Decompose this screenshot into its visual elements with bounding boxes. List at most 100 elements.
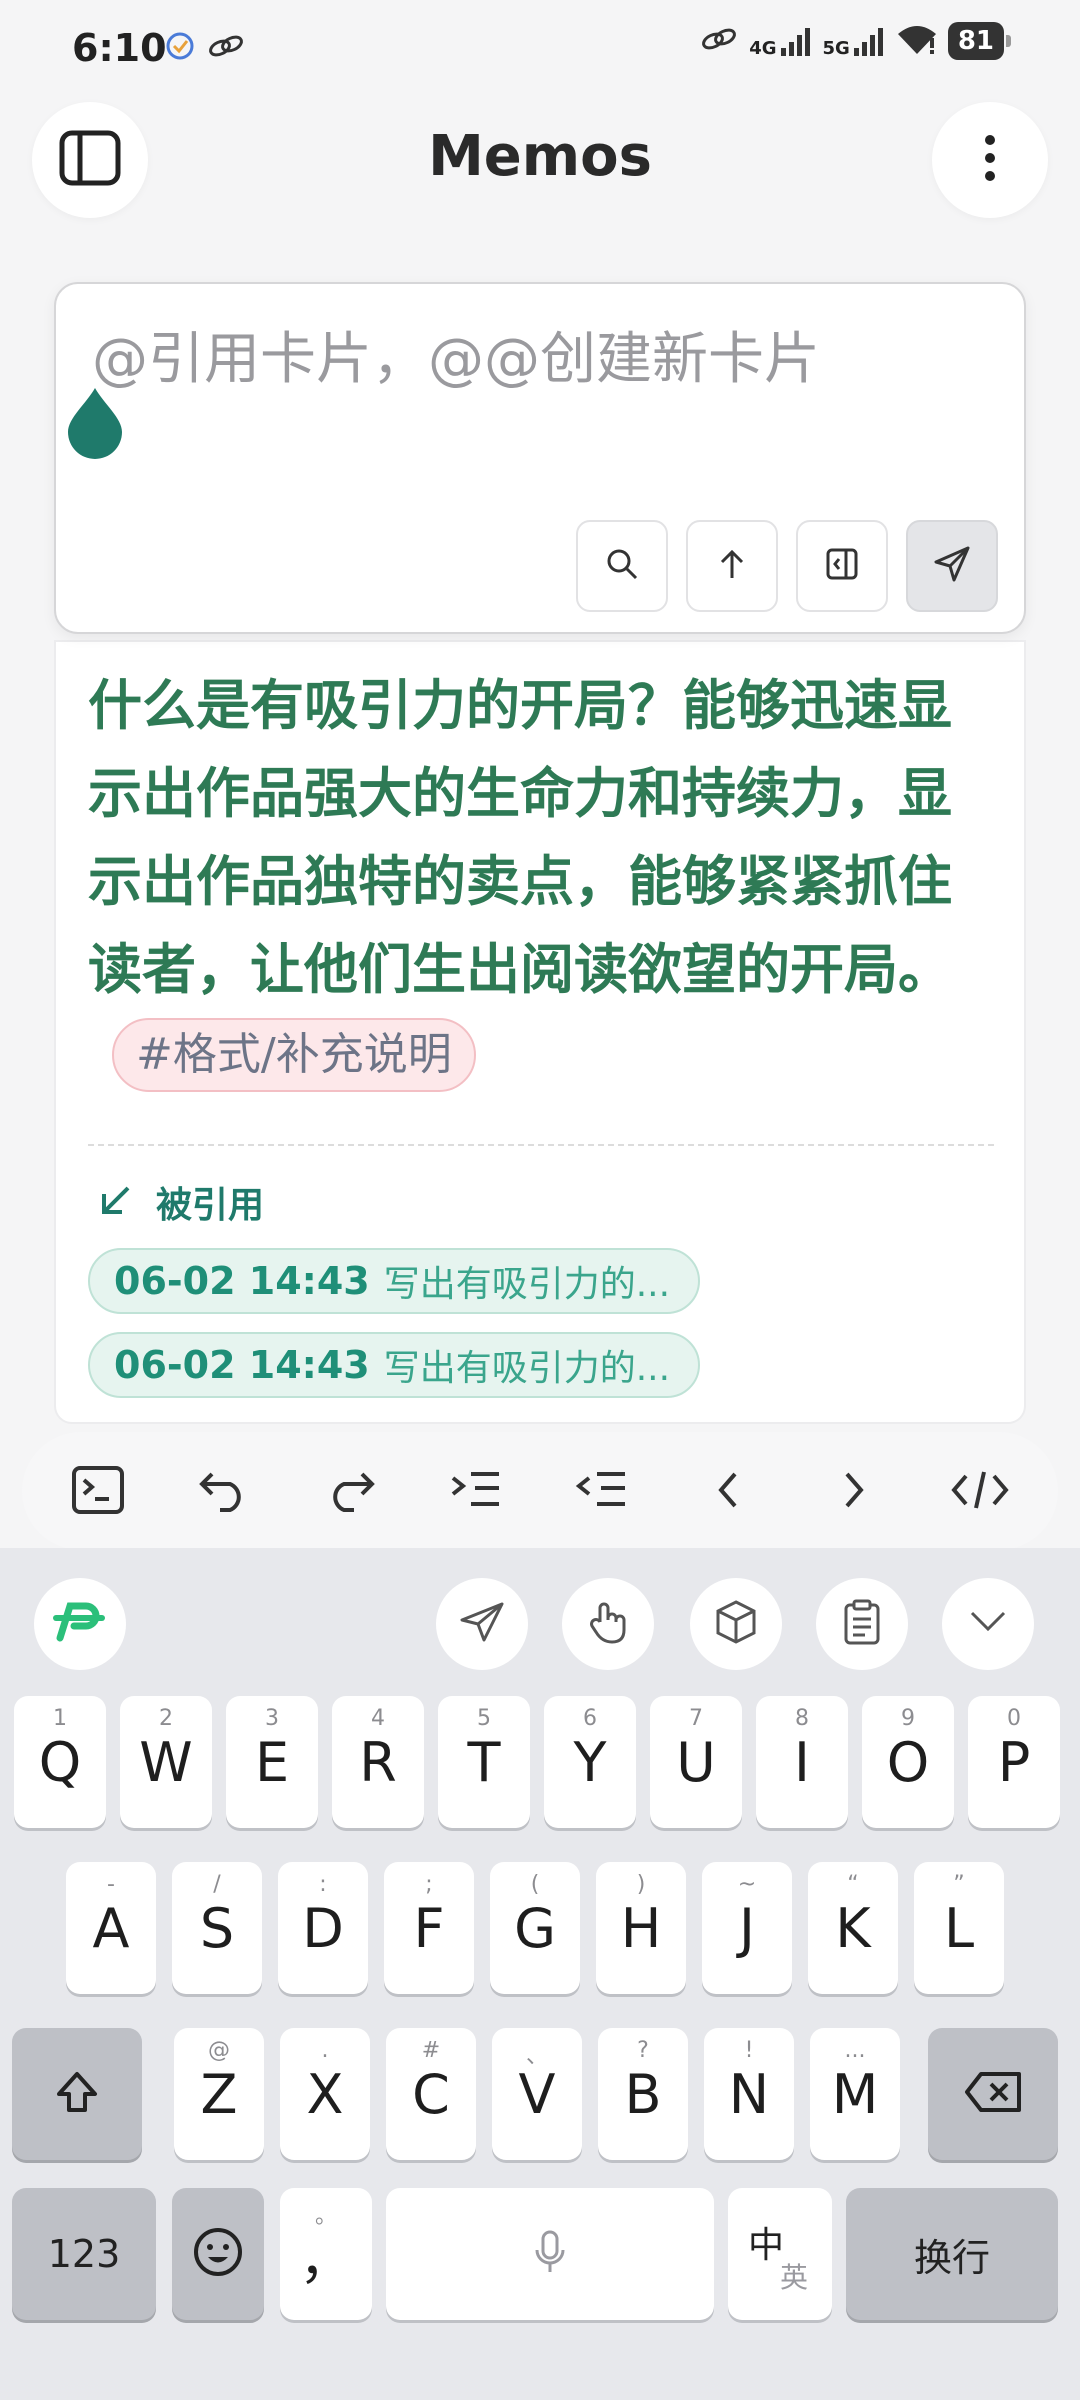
numbers-key[interactable]: 123	[12, 2188, 156, 2320]
key-h[interactable]: ) H	[596, 1862, 686, 1994]
key-m[interactable]: ... M	[810, 2028, 900, 2160]
key-a[interactable]: -A	[66, 1862, 156, 1994]
key-secondary-label: 0	[1007, 1706, 1021, 1731]
link-icon	[206, 30, 246, 66]
code-button[interactable]	[944, 1456, 1016, 1528]
numbers-key-label: 123	[47, 2232, 121, 2276]
key-secondary-label: :	[319, 1872, 327, 1897]
key-t[interactable]: 5T	[438, 1696, 530, 1828]
soft-keyboard: 1 Q 2 W 3 E 4 R 5 T 6 Y 7 U 8 I 9 O 0 P - A / S: D; F(G) H ~ J “K” L @ Z…	[0, 1548, 1080, 2400]
arrow-down-left-icon	[98, 1182, 134, 1222]
key-secondary-label: ~	[737, 1872, 757, 1897]
send-icon	[932, 544, 972, 588]
key-j[interactable]: ~ J	[702, 1862, 792, 1994]
cursor-right-button[interactable]	[818, 1456, 890, 1528]
cursor-handle-icon[interactable]	[64, 384, 126, 464]
memo-card[interactable]: 什么是有吸引力的开局？能够迅速显示出作品强大的生命力和持续力，显示出作品独特的卖…	[54, 640, 1026, 1424]
shift-key[interactable]	[12, 2028, 142, 2160]
key-i[interactable]: 8I	[756, 1696, 848, 1828]
key-p[interactable]: 0P	[968, 1696, 1060, 1828]
more-vertical-icon	[982, 132, 998, 188]
key-label: O	[886, 1730, 930, 1794]
shift-icon	[53, 2068, 101, 2120]
clipboard-button[interactable]	[816, 1578, 908, 1670]
key-secondary-label: /	[213, 1872, 221, 1897]
key-label: W	[139, 1730, 193, 1794]
language-switch-key[interactable]: 中 英	[728, 2188, 832, 2320]
enter-key[interactable]: 换行	[846, 2188, 1058, 2320]
key-g[interactable]: (G	[490, 1862, 580, 1994]
chevron-right-icon	[839, 1468, 869, 1516]
comma-key[interactable]: 。 ，	[280, 2188, 372, 2320]
reference-link[interactable]: 06-02 14:43 写出有吸引力的...	[88, 1248, 700, 1314]
chevron-down-icon	[968, 1609, 1008, 1639]
key-label: S	[199, 1896, 235, 1960]
key-e[interactable]: 3E	[226, 1696, 318, 1828]
ime-logo-button[interactable]	[34, 1578, 126, 1670]
redo-button[interactable]	[314, 1456, 386, 1528]
cursor-left-button[interactable]	[692, 1456, 764, 1528]
key-v[interactable]: 、 V	[492, 2028, 582, 2160]
box-button[interactable]	[690, 1578, 782, 1670]
hide-keyboard-button[interactable]	[942, 1578, 1034, 1670]
key-q[interactable]: 1Q	[14, 1696, 106, 1828]
more-menu-button[interactable]	[932, 102, 1048, 218]
search-icon	[604, 546, 640, 586]
key-label: U	[676, 1730, 716, 1794]
editor-placeholder[interactable]: @引用卡片，@@创建新卡片	[92, 314, 820, 395]
key-label: Y	[573, 1730, 607, 1794]
key-label: P	[997, 1730, 1031, 1794]
key-f[interactable]: ; F	[384, 1862, 474, 1994]
app-bar: Memos	[0, 100, 1080, 270]
lang-main: 中	[748, 2225, 785, 2266]
wifi-icon	[896, 22, 938, 60]
indent-button[interactable]	[440, 1456, 512, 1528]
send-button[interactable]	[906, 520, 998, 612]
key-z[interactable]: @ Z	[174, 2028, 264, 2160]
key-secondary-label: .	[321, 2038, 329, 2063]
terminal-button[interactable]	[62, 1456, 134, 1528]
app-title: Memos	[428, 124, 652, 189]
outdent-button[interactable]	[566, 1456, 638, 1528]
key-r[interactable]: 4R	[332, 1696, 424, 1828]
key-label: T	[467, 1730, 501, 1794]
key-y[interactable]: 6Y	[544, 1696, 636, 1828]
key-c[interactable]: # C	[386, 2028, 476, 2160]
key-label: G	[514, 1896, 556, 1960]
key-w[interactable]: 2W	[120, 1696, 212, 1828]
key-u[interactable]: 7U	[650, 1696, 742, 1828]
key-d[interactable]: :D	[278, 1862, 368, 1994]
enter-key-label: 换行	[913, 2235, 990, 2280]
key-secondary-label: @	[208, 2038, 230, 2063]
key-l[interactable]: ” L	[914, 1862, 1004, 1994]
redo-icon	[324, 1468, 376, 1516]
key-b[interactable]: ? B	[598, 2028, 688, 2160]
backspace-icon	[963, 2070, 1023, 2118]
undo-button[interactable]	[188, 1456, 260, 1528]
kb-send-button[interactable]	[436, 1578, 528, 1670]
gesture-button[interactable]	[562, 1578, 654, 1670]
upload-button[interactable]	[686, 520, 778, 612]
key-label: K	[835, 1896, 871, 1960]
memo-tag[interactable]: #格式/补充说明	[112, 1018, 476, 1093]
key-x[interactable]: .X	[280, 2028, 370, 2160]
key-k[interactable]: “K	[808, 1862, 898, 1994]
search-button[interactable]	[576, 520, 668, 612]
clipboard-icon	[842, 1599, 882, 1649]
key-n[interactable]: ! N	[704, 2028, 794, 2160]
key-secondary-label: “	[847, 1872, 859, 1897]
key-o[interactable]: 9O	[862, 1696, 954, 1828]
reference-link[interactable]: 06-02 14:43 写出有吸引力的...	[88, 1332, 700, 1398]
toggle-panel-button[interactable]	[796, 520, 888, 612]
key-label: Q	[38, 1730, 82, 1794]
key-label: F	[413, 1896, 445, 1960]
backspace-key[interactable]	[928, 2028, 1058, 2160]
network-type-4g: 4G	[749, 38, 777, 59]
status-bar: 6:10 4G 5G 81	[0, 0, 1080, 100]
space-key[interactable]	[386, 2188, 714, 2320]
key-s[interactable]: / S	[172, 1862, 262, 1994]
key-secondary-label: 2	[159, 1706, 173, 1731]
key-label: L	[943, 1896, 975, 1960]
emoji-key[interactable]	[172, 2188, 264, 2320]
memo-editor[interactable]: @引用卡片，@@创建新卡片	[54, 282, 1026, 634]
